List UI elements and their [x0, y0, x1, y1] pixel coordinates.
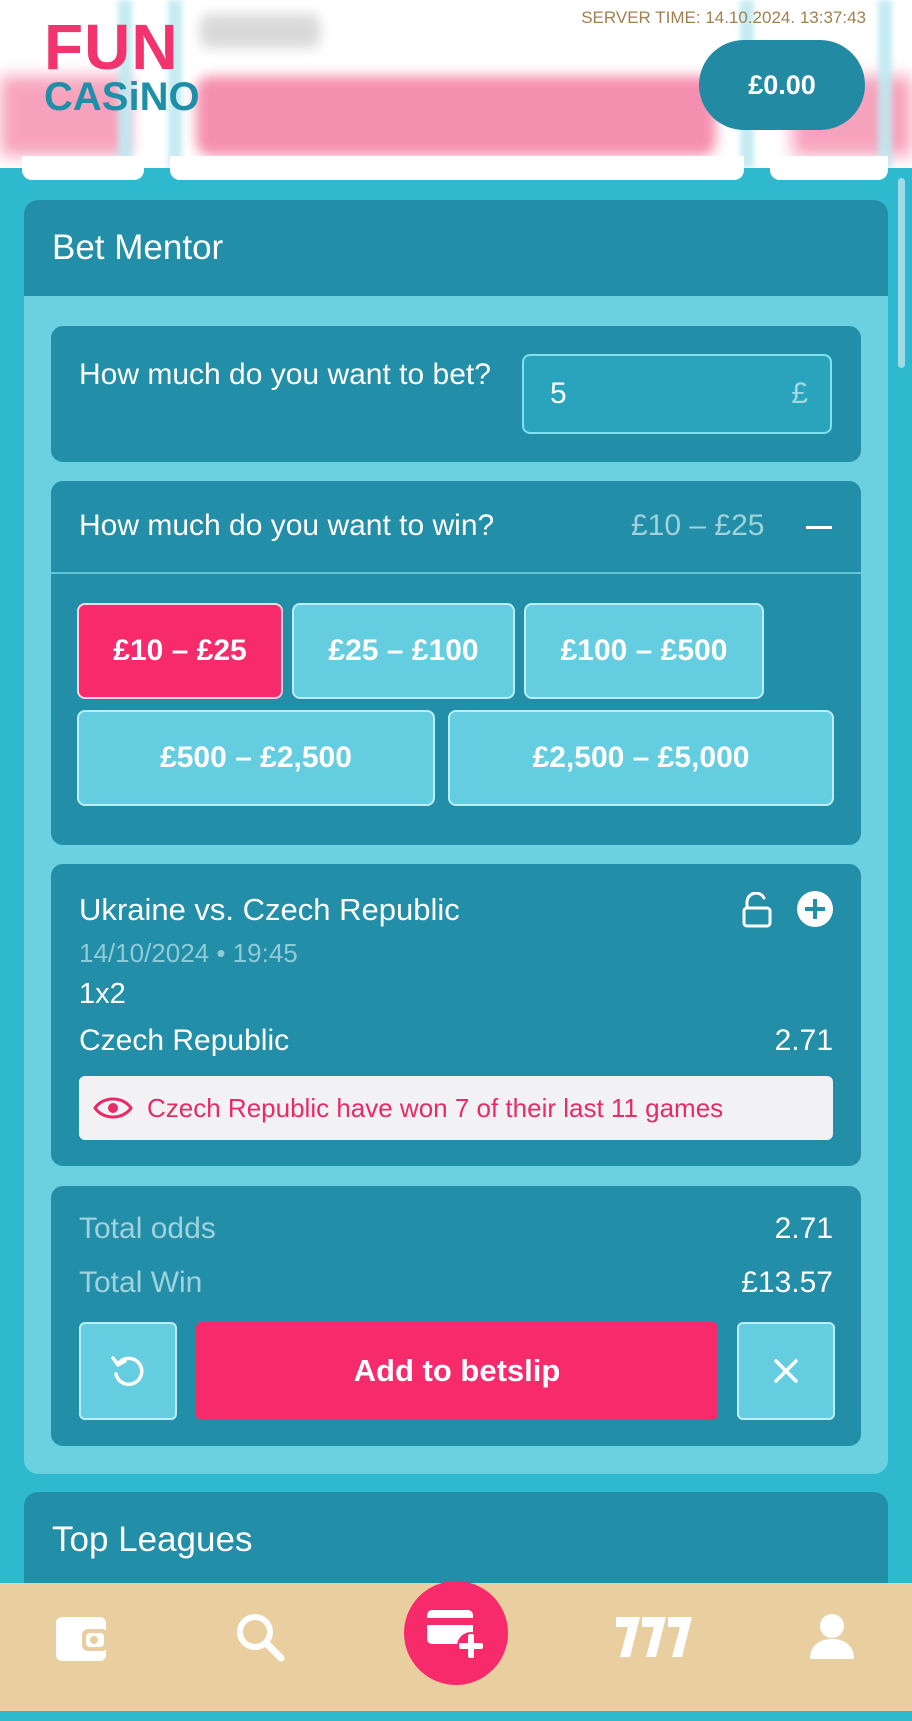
bet-amount-panel: How much do you want to bet? 5 £: [51, 326, 861, 462]
win-option-25-100[interactable]: £25 – £100: [292, 603, 515, 699]
blurred-banner: [196, 76, 716, 156]
user-icon: [810, 1614, 854, 1659]
tab-stub[interactable]: [770, 156, 888, 180]
eye-icon: [93, 1097, 133, 1119]
top-leagues-title: Top Leagues: [52, 1520, 253, 1559]
nav-profile[interactable]: [796, 1601, 868, 1673]
nav-wallet[interactable]: [46, 1601, 118, 1673]
close-icon: [774, 1359, 798, 1383]
total-win-label: Total Win: [79, 1266, 203, 1299]
totals-panel: Total odds 2.71 Total Win £13.57 Add to …: [51, 1186, 861, 1446]
top-header: FUN CASiNO SERVER TIME: 14.10.2024. 13:3…: [0, 0, 912, 168]
reset-button[interactable]: [79, 1322, 177, 1420]
match-datetime: 14/10/2024 • 19:45: [79, 938, 298, 968]
logo-line1: FUN: [44, 11, 179, 83]
currency-symbol: £: [791, 377, 808, 410]
win-option-500-2500[interactable]: £500 – £2,500: [77, 710, 435, 806]
nav-casino[interactable]: [612, 1601, 696, 1673]
tip-text: Czech Republic have won 7 of their last …: [147, 1092, 724, 1123]
win-selected-range: £10 – £25: [631, 509, 765, 542]
match-selection-panel: Ukraine vs. Czech Republic 14/10/2024 • …: [51, 864, 861, 1166]
match-tip: Czech Republic have won 7 of their last …: [79, 1076, 833, 1140]
bet-mentor-card: Bet Mentor How much do you want to bet? …: [24, 200, 888, 1474]
collapse-minus-icon[interactable]: [806, 526, 832, 529]
tab-strip: [0, 156, 912, 180]
slots-777-icon: [616, 1617, 692, 1657]
refresh-icon: [111, 1356, 144, 1387]
bet-amount-input[interactable]: 5 £: [522, 354, 832, 434]
nav-search[interactable]: [224, 1601, 296, 1673]
close-button[interactable]: [737, 1322, 835, 1420]
add-plus-icon[interactable]: [796, 890, 834, 928]
total-odds-value: 2.71: [774, 1212, 833, 1245]
bet-question: How much do you want to bet?: [79, 358, 491, 391]
win-question: How much do you want to win?: [79, 509, 495, 542]
nav-betslip[interactable]: [404, 1581, 508, 1685]
win-option-100-500[interactable]: £100 – £500: [524, 603, 764, 699]
bet-mentor-title: Bet Mentor: [24, 200, 888, 296]
match-title: Ukraine vs. Czech Republic: [79, 892, 460, 927]
bottom-strip: [0, 1711, 912, 1721]
search-icon: [237, 1614, 285, 1662]
total-win-value: £13.57: [741, 1266, 833, 1299]
fun-casino-logo[interactable]: FUN CASiNO: [44, 11, 200, 119]
tab-stub[interactable]: [170, 156, 744, 180]
selection-name: Czech Republic: [79, 1024, 290, 1057]
total-odds-label: Total odds: [79, 1212, 216, 1245]
win-option-2500-5000[interactable]: £2,500 – £5,000: [448, 710, 834, 806]
logo-line2: CASiNO: [44, 75, 200, 119]
bottom-navigation: [0, 1581, 912, 1711]
wallet-icon: [56, 1617, 108, 1661]
win-option-10-25[interactable]: £10 – £25: [77, 603, 283, 699]
betslip-add-icon: [427, 1610, 485, 1660]
page-scrollbar[interactable]: [898, 178, 905, 368]
unlock-icon[interactable]: [741, 892, 773, 928]
balance-button[interactable]: £0.00: [699, 40, 865, 130]
server-time: SERVER TIME: 14.10.2024. 13:37:43: [581, 8, 866, 27]
blur-bar: [878, 0, 892, 168]
selection-odds: 2.71: [774, 1024, 833, 1057]
add-to-betslip-button[interactable]: Add to betslip: [196, 1322, 718, 1420]
market-name: 1x2: [79, 978, 126, 1010]
bet-amount-value: 5: [550, 377, 567, 410]
win-target-panel: How much do you want to win? £10 – £25 £…: [51, 481, 861, 845]
win-target-header[interactable]: How much do you want to win? £10 – £25: [51, 481, 861, 574]
blurred-text: [200, 14, 320, 48]
tab-stub[interactable]: [22, 156, 144, 180]
